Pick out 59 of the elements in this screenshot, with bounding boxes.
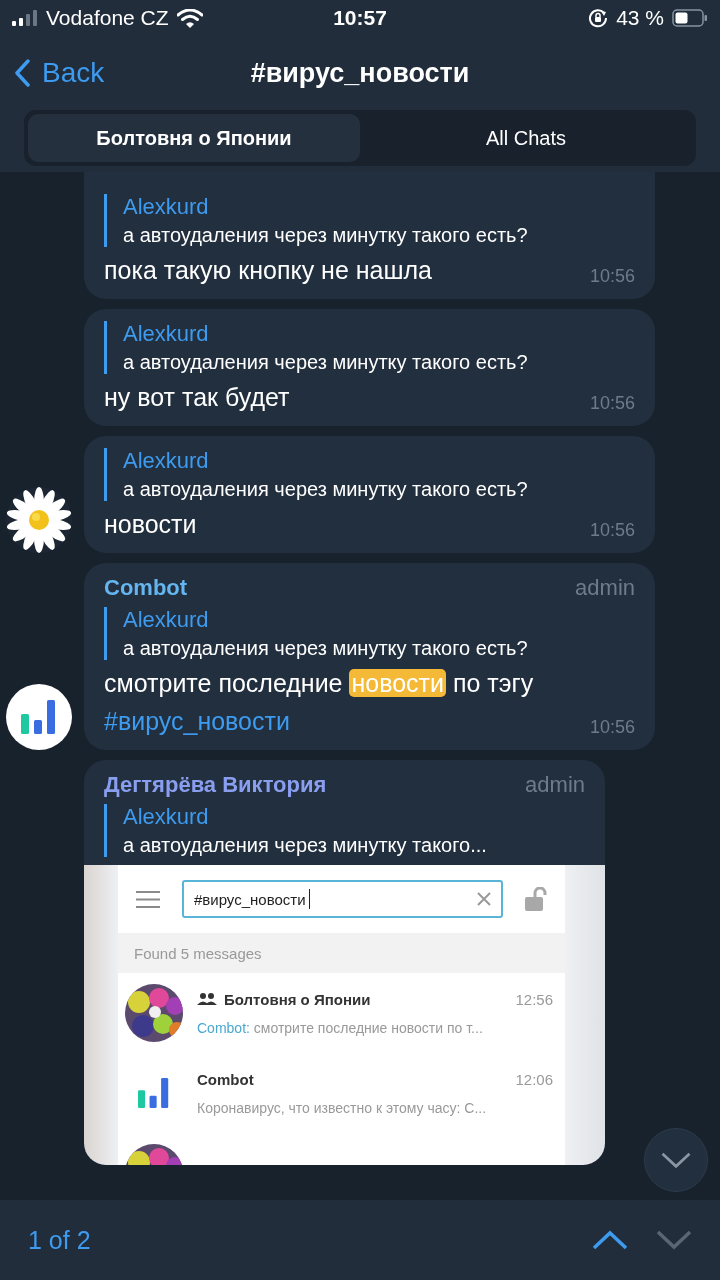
result-time: 12:06 (515, 1070, 553, 1088)
role-label: admin (525, 772, 585, 798)
message-text: новости (104, 509, 197, 540)
message-time: 10:56 (589, 266, 635, 288)
reply-text: а автоудаления через минутку такого есть? (123, 351, 529, 374)
unlocked-lock-icon[interactable] (525, 887, 547, 911)
reply-text: а автоудаления через минутку такого... (123, 834, 488, 857)
search-result[interactable]: Combot 12:06 Коронавирус, что известно к этому часу: С... (118, 1053, 565, 1133)
chat-title: #вирус_новости (250, 57, 470, 89)
message-text: смотрите последние новости по тэгу #вирус_новости (104, 668, 534, 737)
reply-quote[interactable]: Alexkurd а автоудаления через минутку такого есть? (104, 321, 635, 374)
message-preview: смотрите последние новости по т... (253, 1019, 483, 1036)
reply-quote[interactable]: Alexkurd а автоудаления через минутку такого есть? (104, 607, 635, 660)
reply-author: Alexkurd (123, 194, 210, 220)
chat-name: Болтовня о Японии (224, 990, 371, 1008)
battery-icon (672, 9, 708, 27)
results-header: Found 5 messages (118, 933, 565, 973)
message-text: ну вот так будет (104, 382, 290, 413)
reply-quote[interactable]: Alexkurd а автоудаления через минутку такого... (104, 804, 585, 857)
chevron-down-icon[interactable] (656, 1230, 692, 1250)
carrier-name: Vodafone CZ (46, 6, 169, 30)
role-label: admin (575, 575, 635, 601)
reply-quote[interactable]: Alexkurd а автоудаления через минутку такого есть? (104, 194, 635, 247)
result-time: 12:56 (515, 990, 553, 1008)
reply-author: Alexkurd (123, 607, 210, 633)
chevron-up-icon[interactable] (592, 1230, 628, 1250)
message-text: пока такую кнопку не нашла (104, 255, 433, 286)
reply-text: а автоудаления через минутку такого есть? (123, 637, 529, 660)
result-counter: 1 of 2 (28, 1225, 91, 1255)
search-field[interactable]: #вирус_новости (182, 880, 503, 918)
menu-icon[interactable] (136, 890, 160, 908)
rotation-lock-icon (588, 8, 609, 28)
sender-name[interactable]: Combot (104, 575, 188, 601)
status-time: 10:57 (332, 6, 388, 30)
scope-tab[interactable]: All Chats (360, 114, 692, 162)
wifi-icon (176, 8, 203, 28)
message-time: 10:56 (589, 393, 635, 415)
reply-author: Alexkurd (123, 321, 210, 347)
reply-text: а автоудаления через минутку такого есть? (123, 224, 529, 247)
message-preview: Коронавирус, что известно к этому часу: С... (197, 1099, 487, 1116)
chevron-down-icon (660, 1151, 692, 1169)
scope-tab[interactable]: Болтовня о Японии (28, 114, 360, 162)
back-chevron-icon (14, 59, 30, 87)
message-time: 10:56 (589, 520, 635, 542)
bar-chart-icon (21, 700, 57, 734)
hashtag-link[interactable]: #вирус_новости (104, 707, 290, 735)
signal-icon (12, 10, 38, 26)
sender-name: Combot: (197, 1019, 250, 1036)
reply-quote[interactable]: Alexkurd а автоудаления через минутку такого есть? (104, 448, 635, 501)
battery-percent: 43 % (616, 6, 664, 30)
reply-author: Alexkurd (123, 448, 210, 474)
reply-author: Alexkurd (123, 804, 210, 830)
sender-name[interactable]: Дегтярёва Виктория (104, 772, 327, 798)
back-button[interactable]: Back (0, 57, 105, 89)
close-icon[interactable] (477, 892, 491, 906)
search-result[interactable]: Болтовня о Японии 12:56 Combot: смотрите последние новости по т... (118, 973, 565, 1053)
chat-name: Combot (197, 1070, 254, 1088)
reply-text: а автоудаления через минутку такого есть? (123, 478, 529, 501)
message-time: 10:56 (589, 717, 635, 739)
